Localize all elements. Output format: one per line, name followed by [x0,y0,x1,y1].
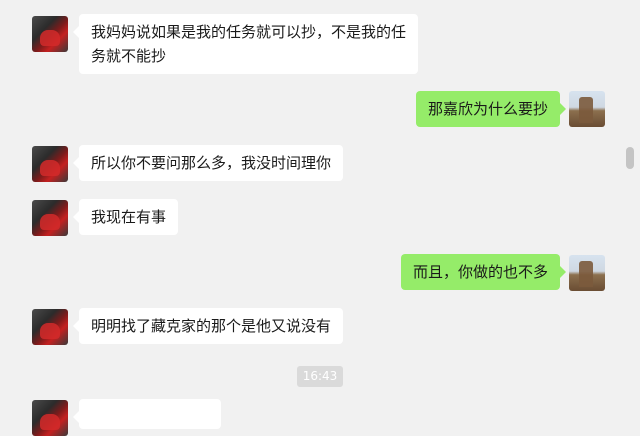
my-avatar[interactable] [569,255,605,291]
contact-avatar[interactable] [32,146,68,182]
message-bubble-incoming[interactable]: 所以你不要问那么多，我没时间理你 [72,145,344,181]
message-text: 我妈妈说如果是我的任务就可以抄，不是我的任务就不能抄 [91,23,407,65]
message-bubble-incoming[interactable] [73,399,221,429]
message-text: 我现在有事 [91,208,167,226]
chat-scrollbar[interactable] [624,0,640,408]
message-bubble-incoming[interactable]: 我现在有事 [72,199,179,235]
message-bubble-outgoing[interactable]: 而且，你做的也不多 [401,254,567,290]
message-text: 所以你不要问那么多，我没时间理你 [91,154,332,172]
message-bubble-incoming[interactable]: 明明找了藏克家的那个是他又说没有 [72,308,344,344]
message-text: 而且，你做的也不多 [413,263,549,281]
contact-avatar[interactable] [32,16,68,52]
chat-message-list[interactable]: 我妈妈说如果是我的任务就可以抄，不是我的任务就不能抄 那嘉欣为什么要抄 所以你不… [0,0,624,436]
message-text: 那嘉欣为什么要抄 [428,100,549,118]
contact-avatar[interactable] [32,200,68,236]
message-bubble-outgoing[interactable]: 那嘉欣为什么要抄 [416,91,567,127]
scrollbar-thumb[interactable] [626,147,634,169]
contact-avatar[interactable] [32,400,68,436]
contact-avatar[interactable] [32,309,68,345]
my-avatar[interactable] [569,91,605,127]
message-text: 明明找了藏克家的那个是他又说没有 [91,317,332,335]
time-divider: 16:43 [297,366,343,387]
message-bubble-incoming[interactable]: 我妈妈说如果是我的任务就可以抄，不是我的任务就不能抄 [73,14,418,74]
